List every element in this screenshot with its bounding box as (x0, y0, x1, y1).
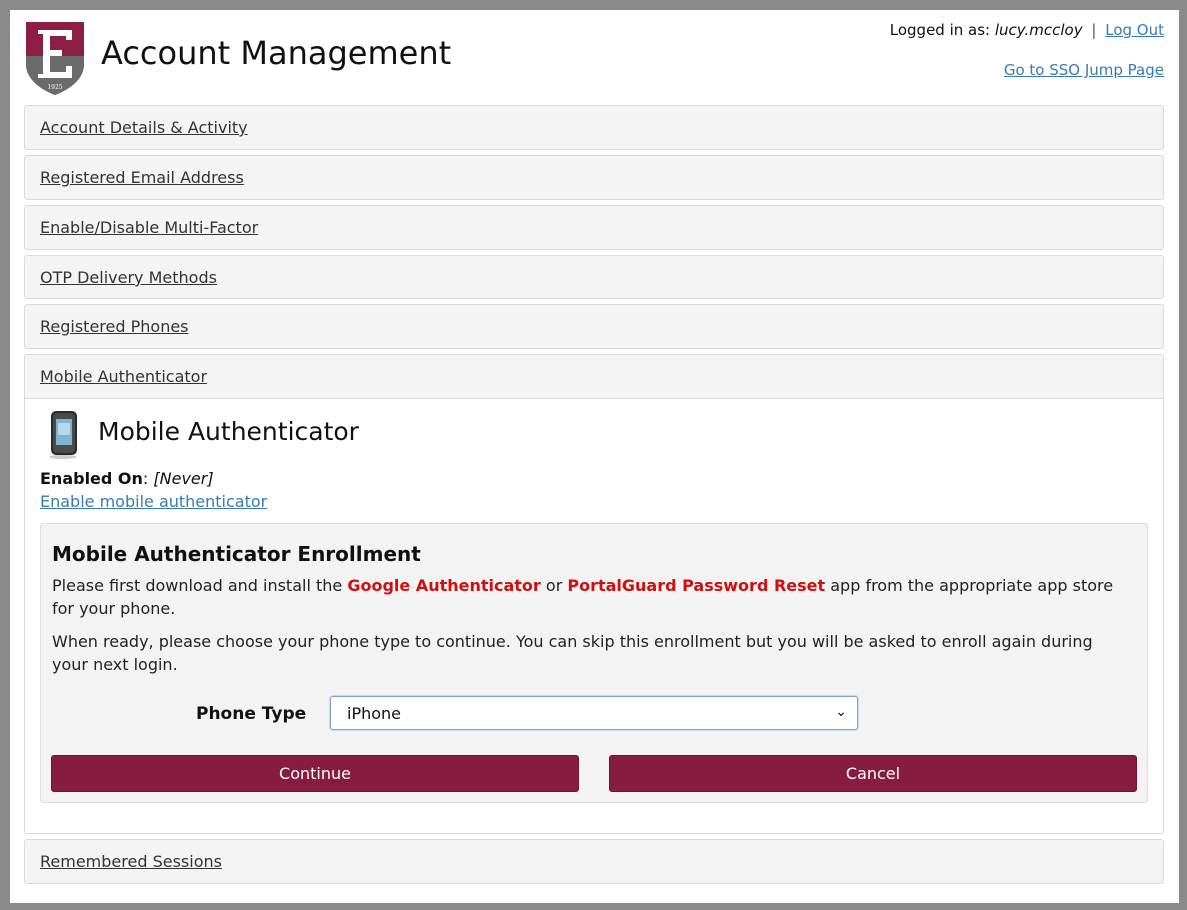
accordion-label[interactable]: Account Details & Activity (40, 118, 248, 137)
google-authenticator-name: Google Authenticator (347, 576, 541, 595)
mobile-phone-icon (49, 411, 77, 459)
enable-mobile-authenticator-link[interactable]: Enable mobile authenticator (40, 492, 267, 511)
portalguard-app-name: PortalGuard Password Reset (567, 576, 826, 595)
accordion-registered-email[interactable]: Registered Email Address (24, 155, 1164, 200)
accordion-multi-factor[interactable]: Enable/Disable Multi-Factor (24, 205, 1164, 250)
continue-button[interactable]: Continue (51, 755, 579, 792)
enabled-on-label: Enabled On (40, 469, 143, 488)
accordion-label[interactable]: Registered Email Address (40, 168, 244, 187)
page-header: 1925 Account Management Logged in as: lu… (10, 10, 1179, 105)
phone-type-value: iPhone (347, 704, 402, 723)
accordion-label[interactable]: Enable/Disable Multi-Factor (40, 218, 258, 237)
logout-link[interactable]: Log Out (1105, 21, 1164, 39)
phone-type-select[interactable]: iPhone ⌄ (330, 696, 858, 730)
accordion-label[interactable]: Mobile Authenticator (40, 367, 207, 386)
phone-type-label: Phone Type (196, 704, 307, 724)
accordion-mobile-authenticator: Mobile Authenticator Mobile Authenticato… (24, 354, 1164, 834)
page-title: Account Management (101, 34, 452, 72)
text: Please first download and install the (52, 576, 348, 595)
separator: | (1091, 21, 1097, 39)
cancel-button[interactable]: Cancel (609, 755, 1137, 792)
enabled-on-value: [Never] (153, 469, 214, 488)
accordion-label[interactable]: Remembered Sessions (40, 852, 222, 871)
accordion-remembered-sessions[interactable]: Remembered Sessions (24, 839, 1164, 884)
accordion-label[interactable]: Registered Phones (40, 317, 189, 336)
enrollment-note: When ready, please choose your phone typ… (52, 632, 1093, 674)
accordion-otp-delivery[interactable]: OTP Delivery Methods (24, 255, 1164, 299)
accordion-label[interactable]: OTP Delivery Methods (40, 268, 217, 287)
accordion-registered-phones[interactable]: Registered Phones (24, 304, 1164, 349)
sso-jump-link[interactable]: Go to SSO Jump Page (1004, 61, 1164, 79)
logged-in-label: Logged in as: (889, 21, 991, 39)
accordion-header[interactable]: Mobile Authenticator (25, 355, 1163, 399)
section-title: Mobile Authenticator (98, 417, 359, 446)
university-shield-logo: 1925 (26, 22, 84, 95)
username: lucy.mccloy (994, 21, 1083, 39)
chevron-down-icon: ⌄ (835, 704, 847, 720)
login-status: Logged in as: lucy.mccloy | Log Out (890, 21, 1164, 39)
text: or (540, 576, 568, 595)
logo-year: 1925 (47, 84, 62, 91)
enrollment-title: Mobile Authenticator Enrollment (52, 542, 421, 566)
accordion-account-details[interactable]: Account Details & Activity (24, 105, 1164, 150)
browser-page: 1925 Account Management Logged in as: lu… (10, 10, 1179, 903)
enrollment-instructions: Please first download and install the Go… (52, 574, 1132, 620)
enabled-on-status: Enabled On: [Never] (40, 469, 214, 488)
enrollment-box: Mobile Authenticator Enrollment Please f… (40, 523, 1148, 803)
